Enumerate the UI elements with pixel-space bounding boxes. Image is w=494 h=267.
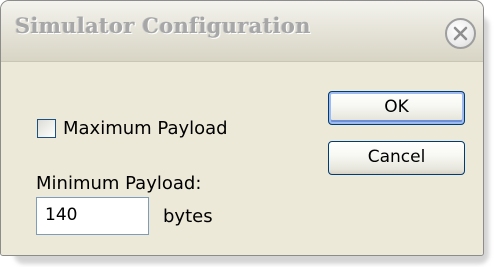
window-title: Simulator Configuration: [15, 13, 311, 38]
maximum-payload-checkbox-row[interactable]: Maximum Payload: [37, 117, 228, 139]
close-icon: [453, 26, 468, 41]
cancel-button[interactable]: Cancel: [328, 141, 465, 175]
minimum-payload-label: Minimum Payload:: [36, 173, 202, 194]
ok-button[interactable]: OK: [328, 91, 465, 125]
bytes-unit-label: bytes: [163, 206, 213, 227]
maximum-payload-checkbox[interactable]: [37, 118, 56, 138]
title-bar[interactable]: Simulator Configuration: [1, 1, 483, 62]
minimum-payload-input[interactable]: 140: [36, 197, 149, 235]
dialog-body: Maximum Payload Minimum Payload: 140 byt…: [1, 62, 483, 255]
close-button[interactable]: [445, 18, 476, 49]
simulator-configuration-dialog: Simulator Configuration Maximum Payload …: [0, 0, 484, 256]
maximum-payload-label: Maximum Payload: [63, 117, 228, 139]
